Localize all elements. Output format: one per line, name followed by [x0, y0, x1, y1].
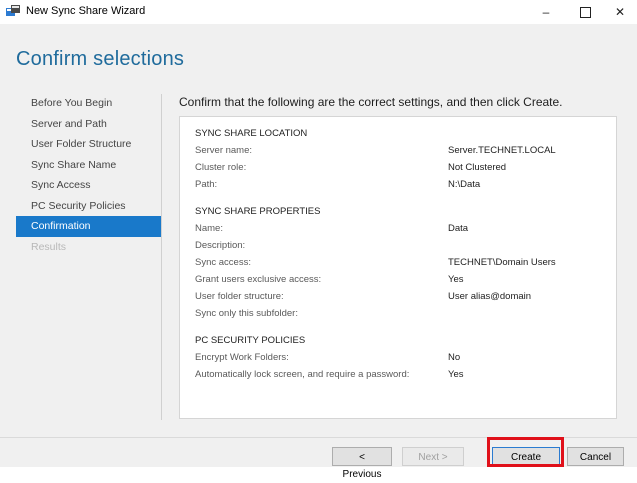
- nav-item-server-and-path[interactable]: Server and Path: [16, 114, 161, 135]
- nav-item-sync-access[interactable]: Sync Access: [16, 175, 161, 196]
- detail-value: TECHNET\Domain Users: [448, 257, 556, 268]
- window-title: New Sync Share Wizard: [26, 5, 146, 17]
- close-button[interactable]: ✕: [606, 2, 634, 22]
- nav-item-pc-security-policies[interactable]: PC Security Policies: [16, 196, 161, 217]
- detail-label: Cluster role:: [195, 162, 247, 173]
- maximize-icon: [579, 7, 591, 19]
- next-button[interactable]: Next >: [402, 447, 464, 466]
- detail-label: Encrypt Work Folders:: [195, 352, 289, 363]
- detail-label: Description:: [195, 240, 246, 251]
- nav-item-confirmation[interactable]: Confirmation: [16, 216, 161, 237]
- detail-value: User alias@domain: [448, 291, 532, 302]
- detail-value: Yes: [448, 369, 464, 380]
- section-title-location: SYNC SHARE LOCATION: [195, 128, 308, 139]
- detail-label: Sync access:: [195, 257, 251, 268]
- section-title-properties: SYNC SHARE PROPERTIES: [195, 206, 321, 217]
- detail-label: Name:: [195, 223, 223, 234]
- detail-label: Grant users exclusive access:: [195, 274, 322, 285]
- nav-item-user-folder-structure[interactable]: User Folder Structure: [16, 134, 161, 155]
- detail-value: No: [448, 352, 461, 363]
- nav-divider: [161, 94, 162, 420]
- minimize-icon: –: [542, 5, 550, 19]
- detail-value: N:\Data: [448, 179, 481, 190]
- detail-value: Yes: [448, 274, 464, 285]
- detail-value: Data: [448, 223, 469, 234]
- close-icon: ✕: [614, 5, 626, 19]
- previous-button[interactable]: < Previous: [332, 447, 392, 480]
- nav-item-results: Results: [31, 240, 67, 253]
- detail-label: Sync only this subfolder:: [195, 308, 298, 319]
- create-button[interactable]: Create: [492, 447, 560, 466]
- page-title: Confirm selections: [16, 48, 185, 70]
- cancel-button[interactable]: Cancel: [567, 447, 624, 466]
- nav-item-before-you-begin[interactable]: Before You Begin: [16, 93, 161, 114]
- minimize-button[interactable]: –: [532, 2, 560, 22]
- sync-share-app-icon: [6, 5, 20, 16]
- wizard-steps-nav: Before You Begin Server and Path User Fold…: [16, 93, 161, 257]
- title-bar: New Sync Share Wizard – ✕: [0, 0, 637, 24]
- confirmation-details-panel: SYNC SHARE LOCATION Server name: Server.…: [179, 116, 617, 419]
- detail-label: Path:: [195, 179, 218, 190]
- nav-item-sync-share-name[interactable]: Sync Share Name: [16, 155, 161, 176]
- section-title-policies: PC SECURITY POLICIES: [195, 335, 306, 346]
- maximize-button[interactable]: [571, 2, 599, 22]
- instruction-text: Confirm that the following are the corre…: [179, 95, 563, 109]
- detail-label: Automatically lock screen, and require a…: [195, 369, 410, 380]
- detail-value: Server.TECHNET.LOCAL: [448, 145, 556, 156]
- detail-label: User folder structure:: [195, 291, 284, 302]
- detail-value: Not Clustered: [448, 162, 507, 173]
- detail-label: Server name:: [195, 145, 253, 156]
